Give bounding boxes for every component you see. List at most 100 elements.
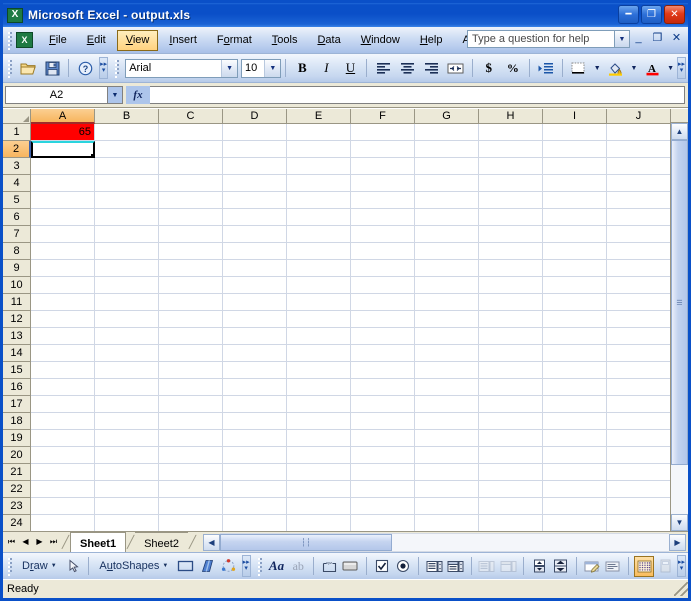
cell-A3[interactable] [31,158,95,175]
cell-F11[interactable] [351,294,415,311]
cell-E24[interactable] [287,515,351,531]
row-header-7[interactable]: 7 [3,226,31,243]
underline-icon[interactable]: U [339,57,361,79]
cell-H1[interactable] [479,124,543,141]
cell-B13[interactable] [95,328,159,345]
control-properties-icon[interactable] [582,556,602,577]
cell-G17[interactable] [415,396,479,413]
cell-H4[interactable] [479,175,543,192]
menu-tools[interactable]: Tools [263,30,307,51]
cell-B17[interactable] [95,396,159,413]
cell-J11[interactable] [607,294,670,311]
cell-H8[interactable] [479,243,543,260]
cell-H17[interactable] [479,396,543,413]
cell-H10[interactable] [479,277,543,294]
cell-D13[interactable] [223,328,287,345]
font-size-combo[interactable]: 10 ▼ [241,58,282,78]
cell-E13[interactable] [287,328,351,345]
resize-grip-icon[interactable] [674,582,688,596]
font-color-icon[interactable]: A [641,57,663,79]
cell-I6[interactable] [543,209,607,226]
cell-E1[interactable] [287,124,351,141]
cell-C11[interactable] [159,294,223,311]
row-header-17[interactable]: 17 [3,396,31,413]
cell-J16[interactable] [607,379,670,396]
column-header-i[interactable]: I [543,109,607,124]
cell-H11[interactable] [479,294,543,311]
cell-A14[interactable] [31,345,95,362]
cell-G10[interactable] [415,277,479,294]
cell-F9[interactable] [351,260,415,277]
cell-J10[interactable] [607,277,670,294]
cell-J7[interactable] [607,226,670,243]
cell-E12[interactable] [287,311,351,328]
cell-C6[interactable] [159,209,223,226]
combination-drop-down-edit-icon[interactable] [499,556,519,577]
menu-insert[interactable]: Insert [160,30,206,51]
row-header-13[interactable]: 13 [3,328,31,345]
cell-J9[interactable] [607,260,670,277]
cell-J3[interactable] [607,158,670,175]
column-header-c[interactable]: C [159,109,223,124]
row-header-16[interactable]: 16 [3,379,31,396]
cell-H18[interactable] [479,413,543,430]
row-header-4[interactable]: 4 [3,175,31,192]
open-icon[interactable] [17,57,39,79]
draw-menu-button[interactable]: Dr aw ▼ [17,556,62,577]
cell-G24[interactable] [415,515,479,531]
cell-A1[interactable]: 65 [31,124,95,141]
cell-C20[interactable] [159,447,223,464]
doc-close-button[interactable]: ✕ [670,31,683,45]
menu-edit[interactable]: Edit [78,30,115,51]
cell-A13[interactable] [31,328,95,345]
cell-J5[interactable] [607,192,670,209]
cell-D19[interactable] [223,430,287,447]
cell-I22[interactable] [543,481,607,498]
percent-icon[interactable]: % [502,57,524,79]
cell-C15[interactable] [159,362,223,379]
horizontal-scroll-thumb[interactable]: ┆┆ [219,533,392,551]
cell-E10[interactable] [287,277,351,294]
currency-icon[interactable]: $ [478,57,500,79]
cell-B18[interactable] [95,413,159,430]
cell-E14[interactable] [287,345,351,362]
cell-G3[interactable] [415,158,479,175]
cell-B2[interactable] [95,141,159,158]
column-header-f[interactable]: F [351,109,415,124]
row-header-12[interactable]: 12 [3,311,31,328]
drawbar-grip-left[interactable] [6,556,14,576]
cell-A11[interactable] [31,294,95,311]
help-input[interactable]: Type a question for help [467,30,615,48]
toolbar-options-standard[interactable]: ▸▸ ▾ [99,57,109,79]
vertical-scroll-thumb[interactable]: ☰ [671,140,688,466]
cell-E7[interactable] [287,226,351,243]
horizontal-scroll-track[interactable]: ┆┆ [219,532,669,552]
name-box-dropdown-icon[interactable]: ▼ [107,86,123,104]
select-all-corner[interactable] [3,109,31,124]
cell-B21[interactable] [95,464,159,481]
cell-I21[interactable] [543,464,607,481]
cell-B12[interactable] [95,311,159,328]
cell-I15[interactable] [543,362,607,379]
combo-box-icon[interactable] [446,556,466,577]
cell-G23[interactable] [415,498,479,515]
cell-J12[interactable] [607,311,670,328]
cell-C2[interactable] [159,141,223,158]
cell-J2[interactable] [607,141,670,158]
insert-function-icon[interactable]: fx [126,86,150,104]
cell-J14[interactable] [607,345,670,362]
cell-E4[interactable] [287,175,351,192]
cell-C10[interactable] [159,277,223,294]
close-button[interactable]: ✕ [664,5,685,24]
row-header-9[interactable]: 9 [3,260,31,277]
increase-indent-icon[interactable] [535,57,557,79]
row-header-10[interactable]: 10 [3,277,31,294]
cell-J1[interactable] [607,124,670,141]
combination-list-edit-icon[interactable] [477,556,497,577]
font-name-dropdown-icon[interactable]: ▼ [221,59,238,77]
formula-input[interactable] [150,86,685,104]
italic-icon[interactable]: I [315,57,337,79]
column-header-a[interactable]: A [31,109,95,124]
cell-D7[interactable] [223,226,287,243]
cell-D5[interactable] [223,192,287,209]
